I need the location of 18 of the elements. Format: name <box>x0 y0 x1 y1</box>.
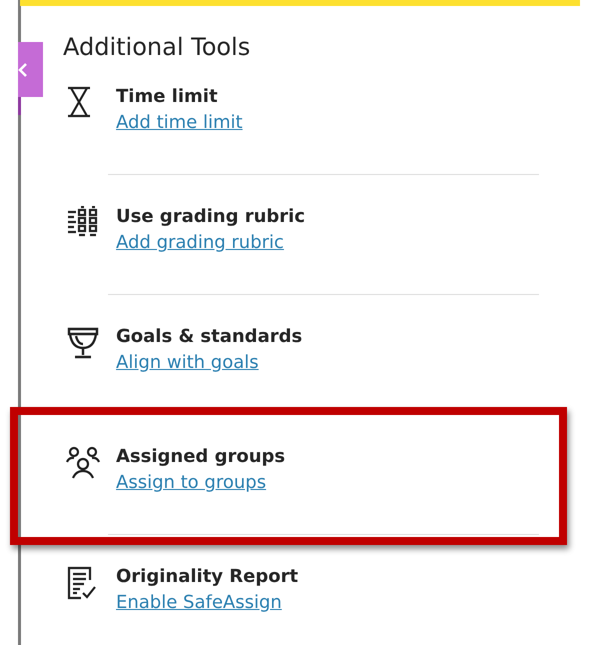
chevron-left-icon <box>18 62 28 78</box>
tool-title: Assigned groups <box>116 446 286 467</box>
collapse-button[interactable] <box>18 42 43 97</box>
tool-link[interactable]: Add grading rubric <box>116 232 306 253</box>
tool-title: Time limit <box>116 86 219 107</box>
tool-title: Goals & standards <box>116 326 302 347</box>
tool-title: Originality Report <box>116 566 298 587</box>
tool-link[interactable]: Add time limit <box>116 112 243 133</box>
tool-link[interactable]: Assign to groups <box>116 472 286 493</box>
hourglass-icon <box>66 86 92 118</box>
rubric-icon <box>66 206 100 238</box>
panel-title: Additional Tools <box>62 32 252 62</box>
group-icon <box>66 446 100 480</box>
report-icon <box>66 566 98 600</box>
tool-title: Use grading rubric <box>116 206 306 227</box>
trophy-icon <box>66 326 100 360</box>
tool-link[interactable]: Enable SafeAssign <box>116 592 298 613</box>
tool-link[interactable]: Align with goals <box>116 352 302 373</box>
